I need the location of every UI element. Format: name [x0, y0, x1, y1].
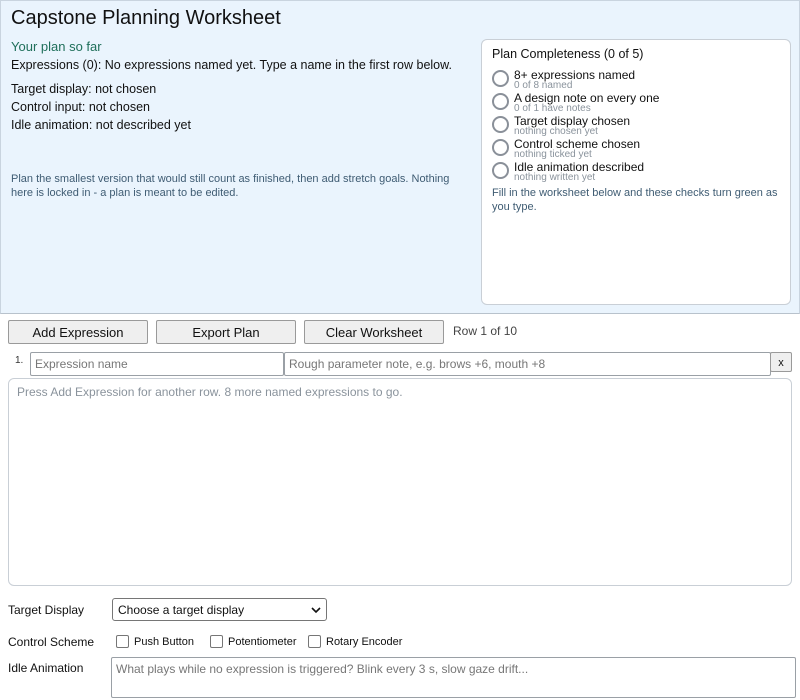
expression-rows-area: Press Add Expression for another row. 8 … — [8, 378, 792, 586]
check-target-display: Target display chosen nothing chosen yet — [492, 115, 630, 137]
plan-summary: Your plan so far Expressions (0): No exp… — [11, 39, 471, 135]
page-title: Capstone Planning Worksheet — [11, 7, 281, 29]
completeness-title: Plan Completeness (0 of 5) — [492, 47, 644, 61]
status-circle-icon — [492, 93, 509, 110]
summary-control-input: Control input: not chosen — [11, 100, 150, 114]
checkbox[interactable] — [116, 635, 129, 648]
check-design-notes: A design note on every one 0 of 1 have n… — [492, 92, 659, 114]
summary-heading: Your plan so far — [11, 39, 102, 54]
target-display-label: Target Display — [8, 603, 85, 617]
rows-hint: Press Add Expression for another row. 8 … — [17, 385, 403, 399]
plan-completeness-panel: Plan Completeness (0 of 5) 8+ expression… — [481, 39, 791, 305]
check-expressions-named: 8+ expressions named 0 of 8 named — [492, 69, 635, 91]
checkbox[interactable] — [210, 635, 223, 648]
summary-idle-animation: Idle animation: not described yet — [11, 118, 191, 132]
parameter-note-input[interactable] — [284, 352, 771, 376]
status-circle-icon — [492, 116, 509, 133]
completeness-footer: Fill in the worksheet below and these ch… — [492, 187, 778, 213]
planning-hint: Plan the smallest version that would sti… — [11, 173, 450, 199]
control-option-potentiometer[interactable]: Potentiometer — [210, 635, 296, 648]
control-option-label: Potentiometer — [228, 635, 297, 648]
summary-target-display: Target display: not chosen — [11, 82, 157, 96]
export-plan-button[interactable]: Export Plan — [156, 320, 296, 344]
check-sub: nothing written yet — [514, 172, 596, 183]
control-option-rotary-encoder[interactable]: Rotary Encoder — [308, 635, 402, 648]
summary-area: Capstone Planning Worksheet Your plan so… — [0, 0, 800, 314]
checkbox[interactable] — [308, 635, 321, 648]
expression-name-input[interactable] — [30, 352, 284, 376]
check-idle-animation: Idle animation described nothing written… — [492, 161, 644, 183]
control-option-label: Rotary Encoder — [326, 635, 403, 648]
control-option-push-button[interactable]: Push Button — [116, 635, 194, 648]
remove-row-button[interactable]: x — [770, 352, 792, 372]
check-sub: nothing ticked yet — [514, 149, 592, 160]
status-circle-icon — [492, 70, 509, 87]
target-display-value: Choose a target display — [118, 603, 245, 617]
check-sub: 0 of 8 named — [514, 80, 573, 91]
idle-animation-label: Idle Animation — [8, 661, 84, 675]
summary-expressions: Expressions (0): No expressions named ye… — [11, 58, 452, 72]
idle-animation-textarea[interactable]: What plays while no expression is trigge… — [111, 657, 796, 698]
target-display-select[interactable]: Choose a target display — [112, 598, 327, 621]
status-circle-icon — [492, 162, 509, 179]
add-expression-button[interactable]: Add Expression — [8, 320, 148, 344]
control-scheme-label: Control Scheme — [8, 635, 95, 649]
check-control-scheme: Control scheme chosen nothing ticked yet — [492, 138, 640, 160]
check-sub: 0 of 1 have notes — [514, 103, 591, 114]
control-option-label: Push Button — [134, 635, 194, 648]
clear-worksheet-button[interactable]: Clear Worksheet — [304, 320, 444, 344]
check-sub: nothing chosen yet — [514, 126, 598, 137]
status-circle-icon — [492, 139, 509, 156]
row-number: 1. — [15, 355, 24, 366]
row-count: Row 1 of 10 — [453, 324, 518, 338]
chevron-down-icon — [311, 607, 321, 614]
